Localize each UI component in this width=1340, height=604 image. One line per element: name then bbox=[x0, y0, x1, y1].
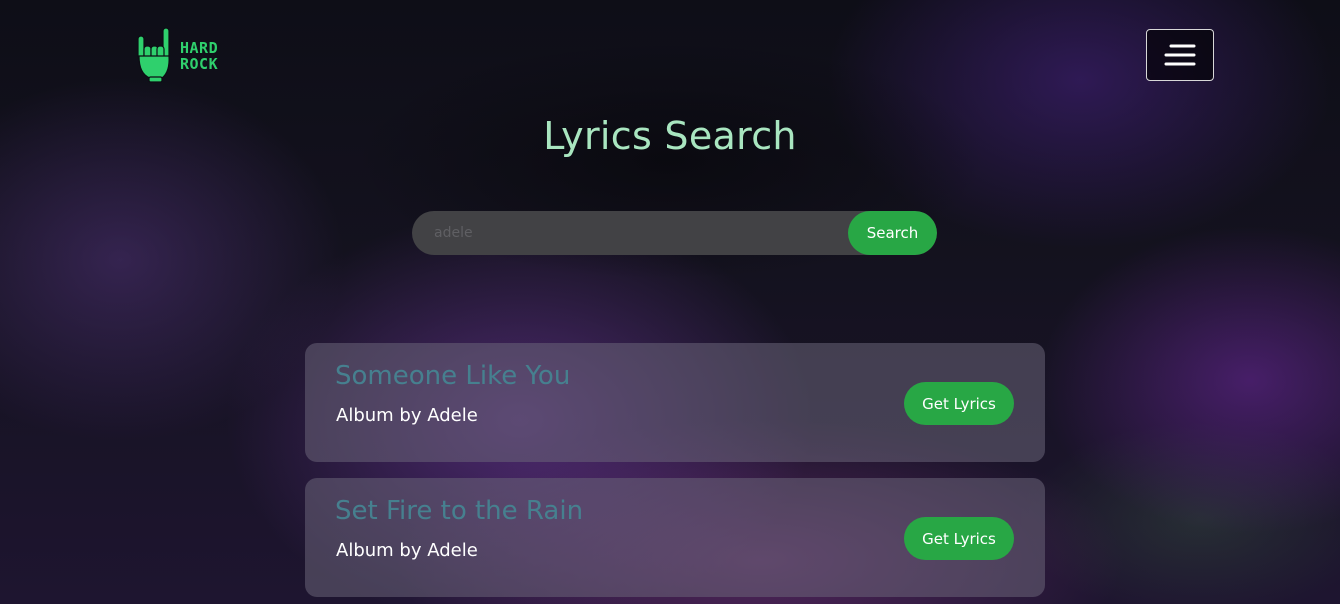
logo-line-2: ROCK bbox=[180, 55, 219, 73]
song-title: Someone Like You bbox=[335, 361, 571, 391]
logo-text: HARD ROCK bbox=[180, 40, 218, 72]
logo-line-1: HARD bbox=[180, 39, 219, 57]
page-title: Lyrics Search bbox=[543, 114, 797, 158]
album-artist: Album by Adele bbox=[336, 405, 478, 426]
search-bar: Search bbox=[412, 211, 937, 255]
rock-hand-icon bbox=[137, 27, 170, 83]
result-card: Set Fire to the Rain Album by Adele Get … bbox=[305, 478, 1045, 597]
logo[interactable]: HARD ROCK bbox=[136, 26, 228, 86]
search-button[interactable]: Search bbox=[848, 211, 937, 255]
menu-button[interactable] bbox=[1146, 29, 1214, 81]
hamburger-menu-icon bbox=[1164, 44, 1196, 66]
result-card: Someone Like You Album by Adele Get Lyri… bbox=[305, 343, 1045, 462]
get-lyrics-button[interactable]: Get Lyrics bbox=[904, 517, 1014, 560]
search-input[interactable] bbox=[412, 211, 852, 255]
song-title: Set Fire to the Rain bbox=[335, 496, 584, 526]
get-lyrics-button[interactable]: Get Lyrics bbox=[904, 382, 1014, 425]
album-artist: Album by Adele bbox=[336, 540, 478, 561]
